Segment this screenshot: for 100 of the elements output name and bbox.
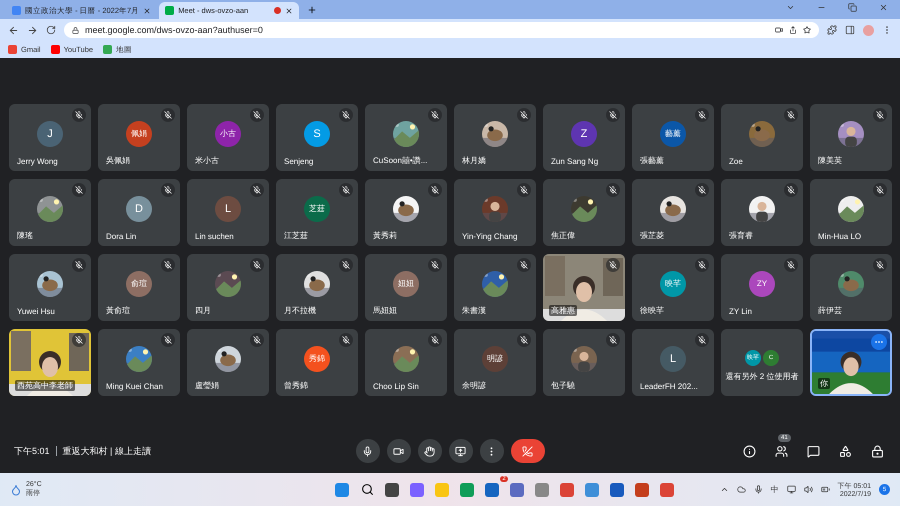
star-icon[interactable] <box>803 26 811 34</box>
participant-name: Choo Lip Sin <box>372 382 420 391</box>
avatar: L <box>215 196 241 222</box>
taskbar-app-icon[interactable] <box>658 481 676 498</box>
participant-tile[interactable]: 西苑高中李老師 <box>9 329 91 396</box>
participant-tile[interactable]: 陳瑤 <box>9 179 91 246</box>
participant-name: Lin suchen <box>194 232 235 241</box>
taskbar-app-icon[interactable] <box>508 481 526 498</box>
participant-tile[interactable]: L LeaderFH 202... <box>632 329 714 396</box>
taskbar-app-icon[interactable] <box>384 481 401 498</box>
back-icon[interactable] <box>8 24 19 36</box>
camera-button[interactable] <box>386 439 410 463</box>
chevron-down-icon[interactable] <box>786 3 795 12</box>
cloud-icon[interactable] <box>736 485 746 494</box>
participant-tile[interactable]: 小古 米小古 <box>187 104 269 171</box>
raise-hand-button[interactable] <box>418 439 442 463</box>
meeting-time: 下午5:01 <box>14 444 50 458</box>
participant-tile[interactable]: Z Zun Sang Ng <box>543 104 625 171</box>
participant-tile[interactable]: 月不拉機 <box>276 254 358 321</box>
participant-tile[interactable]: 張芷菱 <box>632 179 714 246</box>
close-icon[interactable] <box>879 3 888 12</box>
participant-name: Senjeng <box>283 157 314 166</box>
host-controls-button[interactable] <box>869 442 886 460</box>
participant-tile[interactable]: 朱書漢 <box>454 254 536 321</box>
participant-tile[interactable]: 妞妞 馬妞妞 <box>365 254 447 321</box>
participant-tile[interactable]: J Jerry Wong <box>9 104 91 171</box>
participant-tile[interactable]: Ming Kuei Chan <box>98 329 180 396</box>
participant-name: Ming Kuei Chan <box>105 382 164 391</box>
participant-tile[interactable]: 張育睿 <box>721 179 803 246</box>
avatar: J <box>37 120 63 146</box>
participant-name: 陳美英 <box>817 155 843 166</box>
participant-tile[interactable]: 你 <box>810 329 892 396</box>
taskbar-app-icon[interactable] <box>484 481 501 498</box>
participant-tile[interactable]: 明諺 余明諺 <box>454 329 536 396</box>
info-button[interactable] <box>741 442 758 460</box>
participant-tile[interactable]: 映芊 徐映芊 <box>632 254 714 321</box>
share-icon[interactable] <box>789 26 797 34</box>
close-icon[interactable] <box>285 6 294 14</box>
close-icon[interactable] <box>143 6 152 14</box>
participant-name: Min-Hua LO <box>817 232 862 241</box>
input-method[interactable]: 中 <box>770 484 779 495</box>
participant-tile[interactable]: S Senjeng <box>276 104 358 171</box>
participant-tile[interactable]: 焦正偉 <box>543 179 625 246</box>
end-call-button[interactable] <box>510 439 544 463</box>
participant-name: Yuwei Hsu <box>16 307 56 316</box>
participant-tile[interactable]: Zoe <box>721 104 803 171</box>
participant-tile[interactable]: CuSoon囍•讚... <box>365 104 447 171</box>
participant-tile[interactable]: Yin-Ying Chang <box>454 179 536 246</box>
participant-tile[interactable]: 高雅惠 <box>543 254 625 321</box>
participant-tile[interactable]: 林月嬌 <box>454 104 536 171</box>
forward-icon[interactable] <box>27 24 38 36</box>
present-button[interactable] <box>448 439 472 463</box>
participant-tile[interactable]: 包子驍 <box>543 329 625 396</box>
participant-tile[interactable]: 芝莛 江芝莛 <box>276 179 358 246</box>
taskbar-app-icon[interactable] <box>408 481 426 498</box>
participant-name: 余明諺 <box>461 380 487 391</box>
participant-tile[interactable]: 藝薰 張藝薰 <box>632 104 714 171</box>
taskbar-app-icon[interactable] <box>558 481 576 498</box>
avatar: 藝薰 <box>660 120 686 146</box>
info-icon <box>743 444 756 458</box>
participant-name: 四月 <box>194 305 212 316</box>
extensions-icon[interactable] <box>827 25 837 35</box>
reload-icon[interactable] <box>46 25 56 35</box>
participant-name: 張藝薰 <box>639 155 665 166</box>
taskbar-app-icon[interactable] <box>608 481 626 498</box>
participant-tile[interactable]: D Dora Lin <box>98 179 180 246</box>
new-tab-icon[interactable] <box>307 5 318 15</box>
monitor-icon[interactable] <box>786 485 796 494</box>
volume-icon[interactable] <box>804 485 813 494</box>
participant-tile[interactable]: Choo Lip Sin <box>365 329 447 396</box>
participant-tile[interactable]: 秀錦 曾秀錦 <box>276 329 358 396</box>
participant-name: 黃秀莉 <box>372 230 398 241</box>
participant-tile[interactable]: 俞瑄 黃俞瑄 <box>98 254 180 321</box>
participant-tile[interactable]: 佩娟 吳佩娟 <box>98 104 180 171</box>
participant-tile[interactable]: Min-Hua LO <box>810 179 892 246</box>
chevron-up-icon[interactable] <box>720 485 729 494</box>
participant-tile[interactable]: 黃秀莉 <box>365 179 447 246</box>
restore-icon[interactable] <box>848 3 857 12</box>
participant-name: 包子驍 <box>550 380 576 391</box>
participant-tile[interactable]: 陳美英 <box>810 104 892 171</box>
participant-name: 吳佩娟 <box>105 155 131 166</box>
participant-name: 西苑高中李老師 <box>15 380 75 391</box>
microphone-icon[interactable] <box>754 485 763 494</box>
participant-tile[interactable]: 四月 <box>187 254 269 321</box>
participant-name: ZY Lin <box>728 307 753 316</box>
participant-tile[interactable]: 盧瑩娟 <box>187 329 269 396</box>
participant-name: 月不拉機 <box>283 305 317 316</box>
battery-icon[interactable] <box>820 485 830 494</box>
address-bar[interactable]: meet.google.com/dws-ovzo-aan?authuser=0 <box>64 22 819 38</box>
camera-icon[interactable] <box>775 26 783 34</box>
participant-tile[interactable]: L Lin suchen <box>187 179 269 246</box>
participant-name: 張育睿 <box>728 230 754 241</box>
participant-name: 曾秀錦 <box>283 380 309 391</box>
taskbar-app-icon[interactable] <box>634 481 651 498</box>
participant-tile[interactable]: Yuwei Hsu <box>9 254 91 321</box>
side-panel-icon[interactable] <box>845 25 855 35</box>
hand-icon <box>424 446 435 456</box>
participant-tile[interactable]: ZY ZY Lin <box>721 254 803 321</box>
participant-tile[interactable]: 薛伊芸 <box>810 254 892 321</box>
microphone-button[interactable] <box>356 439 380 463</box>
